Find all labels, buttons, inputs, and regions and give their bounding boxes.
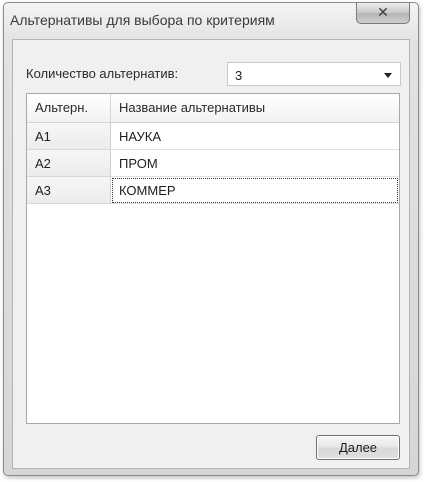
chevron-down-icon — [384, 73, 392, 78]
close-icon: ✕ — [377, 5, 389, 21]
column-header-name[interactable]: Название альтернативы — [111, 94, 399, 122]
row-header-cell[interactable]: A2 — [27, 150, 111, 177]
alternatives-count-value: 3 — [235, 68, 243, 83]
table-row[interactable]: A3 КОММЕР — [27, 177, 399, 204]
alternative-name-cell[interactable]: ПРОМ — [111, 150, 399, 177]
alternatives-count-label: Количество альтернатив: — [26, 66, 179, 81]
title-bar: Альтернативы для выбора по критериям ✕ — [4, 3, 418, 39]
alternative-name-cell[interactable]: НАУКА — [111, 123, 399, 150]
alternative-name-cell[interactable]: КОММЕР — [111, 177, 399, 204]
window-title: Альтернативы для выбора по критериям — [10, 12, 275, 28]
row-header-cell[interactable]: A3 — [27, 177, 111, 204]
table-row[interactable]: A1 НАУКА — [27, 123, 399, 150]
row-header-cell[interactable]: A1 — [27, 123, 111, 150]
table-header: Альтерн. Название альтернативы — [27, 94, 399, 123]
close-button[interactable]: ✕ — [356, 3, 410, 24]
next-button[interactable]: Далее — [316, 435, 400, 460]
table-row[interactable]: A2 ПРОМ — [27, 150, 399, 177]
dialog-content: Количество альтернатив: 3 Альтерн. Назва… — [12, 39, 410, 469]
alternatives-table: Альтерн. Название альтернативы A1 НАУКА … — [26, 93, 400, 424]
dialog-window: Альтернативы для выбора по критериям ✕ К… — [3, 2, 419, 476]
column-header-code[interactable]: Альтерн. — [27, 94, 111, 122]
alternatives-count-select[interactable]: 3 — [227, 62, 401, 86]
